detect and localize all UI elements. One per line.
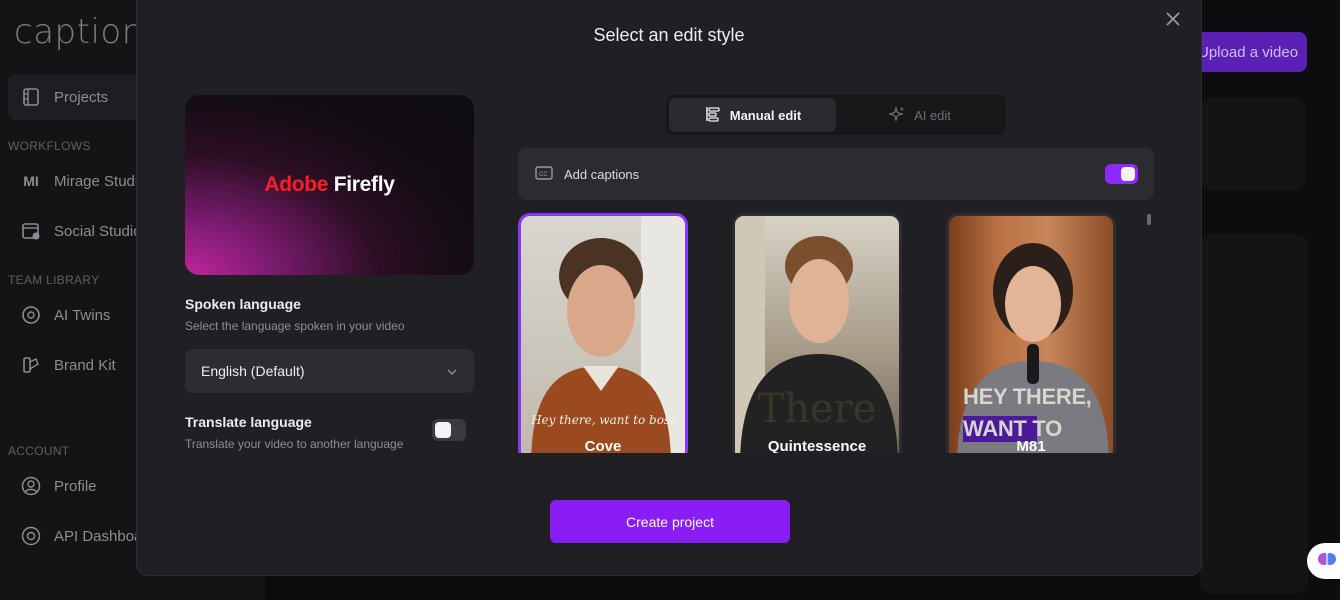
style-card-m81[interactable]: HEY THERE, WANT TO M81: [946, 213, 1116, 453]
edit-style-modal: Select an edit style Adobe Firefly Spoke…: [136, 0, 1202, 576]
brand-logo-text: Adobe Firefly: [185, 173, 474, 197]
brain-icon: [1317, 549, 1337, 574]
api-icon: [20, 525, 42, 547]
background-card: [1200, 234, 1308, 594]
tab-ai-edit[interactable]: AI edit: [836, 98, 1003, 132]
spoken-language-value: English (Default): [201, 363, 305, 379]
spoken-language-description: Select the language spoken in your video: [185, 319, 405, 333]
caption-overlay-text: Hey there, want to bost: [531, 413, 675, 427]
toggle-knob: [1121, 167, 1135, 181]
style-preview-image: Hey there, want to bost: [521, 216, 685, 453]
style-preview-image: There: [735, 216, 899, 453]
caption-overlay-line1: HEY THERE,: [963, 384, 1092, 409]
sidebar-item-label: Mirage Studio: [54, 172, 147, 190]
background-card: [1200, 98, 1306, 190]
add-captions-label: Add captions: [564, 166, 640, 182]
style-name: M81: [1016, 438, 1046, 453]
tab-manual-edit[interactable]: Manual edit: [669, 98, 836, 132]
svg-text:CC: CC: [539, 172, 548, 178]
manual-edit-icon: [704, 105, 722, 126]
style-name: Quintessence: [767, 438, 867, 453]
style-card-list: Hey there, want to bost Cove There Quint…: [518, 213, 1118, 453]
close-icon: [1166, 11, 1180, 31]
translate-language-description: Translate your video to another language: [185, 437, 404, 451]
sidebar-item-label: Profile: [54, 477, 97, 495]
assistant-button[interactable]: [1307, 543, 1340, 579]
sparkle-icon: [888, 105, 906, 126]
add-captions-toggle[interactable]: [1105, 164, 1138, 184]
closed-captions-icon: CC: [534, 164, 554, 185]
close-button[interactable]: [1163, 11, 1183, 31]
sidebar-item-label: Social Studio: [54, 222, 142, 240]
spoken-language-select[interactable]: English (Default): [185, 349, 474, 393]
create-project-button[interactable]: Create project: [550, 500, 790, 543]
palette-icon: [20, 354, 42, 376]
ai-twins-icon: [20, 304, 42, 326]
calendar-check-icon: [20, 220, 42, 242]
section-header-team-library: TEAM LIBRARY: [8, 273, 100, 287]
tab-label: AI edit: [914, 107, 951, 123]
film-icon: [20, 86, 42, 108]
translate-language-toggle[interactable]: [432, 419, 466, 441]
chevron-down-icon: [446, 363, 458, 379]
translate-language-label: Translate language: [185, 414, 312, 430]
sidebar-item-label: AI Twins: [54, 306, 111, 324]
toggle-knob: [435, 422, 451, 438]
style-card-quintessence[interactable]: There Quintessence: [732, 213, 902, 453]
section-header-workflows: WORKFLOWS: [8, 139, 91, 153]
section-header-account: ACCOUNT: [8, 444, 70, 458]
brand-adobe: Adobe: [264, 173, 329, 196]
add-captions-row: CC Add captions: [518, 148, 1154, 200]
sidebar-item-label: Projects: [54, 88, 109, 106]
app-logo: caption: [14, 12, 144, 52]
edit-mode-switch: Manual edit AI edit: [666, 95, 1006, 135]
spoken-language-label: Spoken language: [185, 296, 301, 312]
modal-title: Select an edit style: [593, 25, 745, 45]
user-icon: [20, 475, 42, 497]
brand-firefly: Firefly: [333, 173, 395, 196]
caption-overlay-text: There: [757, 386, 877, 432]
style-name: Cove: [584, 438, 622, 453]
sidebar-item-label: Brand Kit: [54, 356, 116, 374]
scrollbar-thumb[interactable]: [1147, 214, 1151, 225]
style-preview-image: HEY THERE, WANT TO: [949, 216, 1113, 453]
tab-label: Manual edit: [729, 107, 802, 123]
hero-banner: Adobe Firefly: [185, 95, 474, 275]
mirage-icon: MI: [23, 173, 39, 189]
style-card-cove[interactable]: Hey there, want to bost Cove: [518, 213, 688, 453]
